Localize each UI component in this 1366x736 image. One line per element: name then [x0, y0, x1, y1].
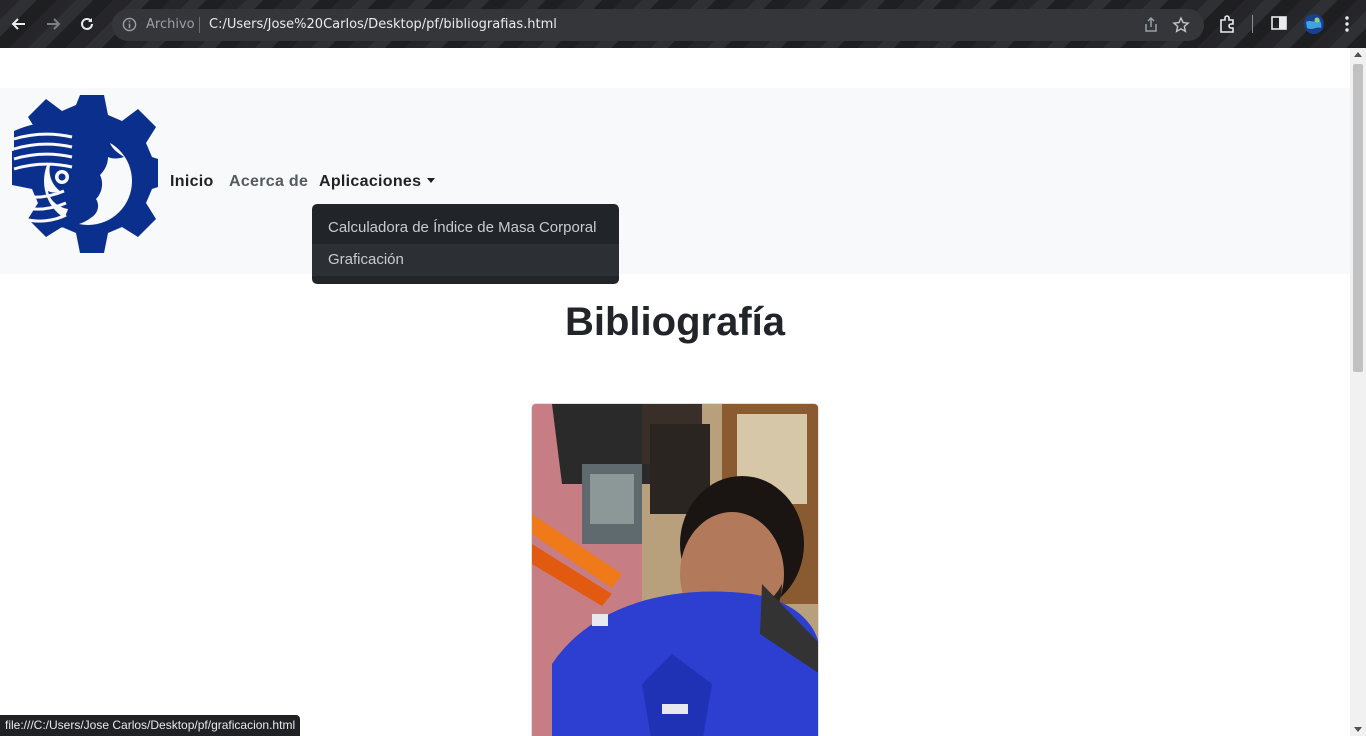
omnibox-divider: [199, 17, 200, 33]
extensions-icon[interactable]: [1217, 14, 1237, 38]
navbar: Inicio Acerca de Aplicaciones: [0, 88, 1350, 274]
nav-link-inicio[interactable]: Inicio: [170, 173, 214, 191]
toolbar-divider: [1252, 15, 1253, 33]
vertical-scrollbar[interactable]: [1350, 48, 1366, 736]
nav-dropdown-aplicaciones[interactable]: Aplicaciones: [319, 173, 436, 191]
profile-icon[interactable]: [1303, 13, 1325, 39]
page-viewport: Inicio Acerca de Aplicaciones Calculador…: [0, 48, 1350, 736]
share-icon[interactable]: [1142, 16, 1160, 38]
side-panel-icon[interactable]: [1270, 14, 1288, 36]
url-text[interactable]: C:/Users/Jose%20Carlos/Desktop/pf/biblio…: [209, 17, 557, 32]
dropdown-item-calculadora-imc[interactable]: Calculadora de Índice de Masa Corporal: [312, 212, 619, 244]
nav-dropdown-label: Aplicaciones: [319, 173, 422, 190]
address-bar[interactable]: Archivo C:/Users/Jose%20Carlos/Desktop/p…: [112, 9, 1204, 41]
info-icon[interactable]: [122, 17, 137, 36]
nav-link-acerca-de[interactable]: Acerca de: [229, 173, 308, 191]
reload-icon[interactable]: [75, 12, 99, 36]
dropdown-item-graficacion[interactable]: Graficación: [312, 244, 619, 276]
menu-icon[interactable]: [1340, 14, 1354, 38]
forward-arrow-icon[interactable]: [41, 12, 65, 36]
scroll-down-arrow-icon[interactable]: [1354, 727, 1362, 732]
browser-toolbar: Archivo C:/Users/Jose%20Carlos/Desktop/p…: [0, 0, 1366, 48]
page-title: Bibliografía: [564, 300, 786, 344]
link-status-bubble: file:///C:/Users/Jose Carlos/Desktop/pf/…: [0, 715, 301, 736]
profile-photo: [531, 403, 819, 736]
back-arrow-icon[interactable]: [7, 12, 31, 36]
aplicaciones-dropdown-menu: Calculadora de Índice de Masa Corporal G…: [312, 204, 619, 284]
star-icon[interactable]: [1172, 16, 1190, 38]
scroll-up-arrow-icon[interactable]: [1354, 52, 1362, 57]
scheme-label: Archivo: [146, 17, 195, 32]
institution-logo[interactable]: [10, 95, 158, 271]
caret-down-icon: [427, 178, 436, 183]
scroll-thumb[interactable]: [1353, 64, 1363, 372]
